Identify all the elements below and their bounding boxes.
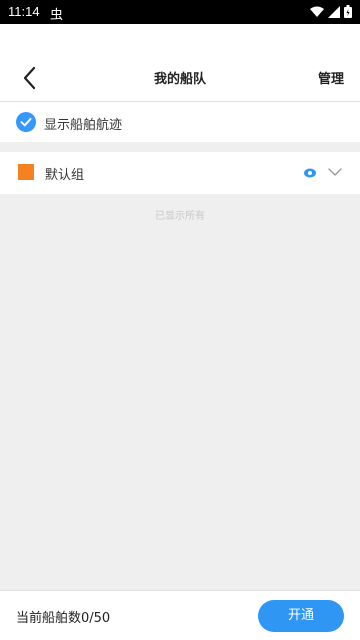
page-title: 我的船队 bbox=[153, 72, 206, 87]
show-track-label: 显示船舶航迹 bbox=[44, 118, 123, 133]
signal-icon bbox=[328, 5, 340, 18]
group-row-default[interactable]: 默认组 bbox=[0, 152, 360, 194]
manage-button[interactable]: 管理 bbox=[318, 68, 344, 87]
eye-icon[interactable] bbox=[304, 168, 316, 178]
bottom-bar: 当前船舶数0/50 开通 bbox=[0, 590, 360, 640]
chevron-down-icon[interactable] bbox=[328, 167, 342, 177]
show-track-toggle[interactable]: 显示船舶航迹 bbox=[0, 102, 360, 142]
group-color-swatch bbox=[18, 164, 34, 180]
status-time: 11:14 bbox=[8, 4, 40, 19]
ship-count-text: 当前船舶数0/50 bbox=[16, 611, 111, 626]
notification-icon: 虫 bbox=[50, 8, 64, 23]
top-nav-bar: 我的船队 管理 bbox=[0, 24, 360, 102]
open-button[interactable]: 开通 bbox=[258, 600, 344, 632]
list-status-text: 已显示所有 bbox=[155, 211, 205, 222]
group-label: 默认组 bbox=[45, 168, 85, 183]
battery-icon bbox=[344, 5, 352, 18]
status-bar: 11:14 虫 bbox=[0, 0, 360, 24]
status-icons bbox=[310, 5, 352, 18]
checkbox-checked-icon[interactable] bbox=[16, 112, 36, 132]
wifi-icon bbox=[310, 6, 324, 17]
